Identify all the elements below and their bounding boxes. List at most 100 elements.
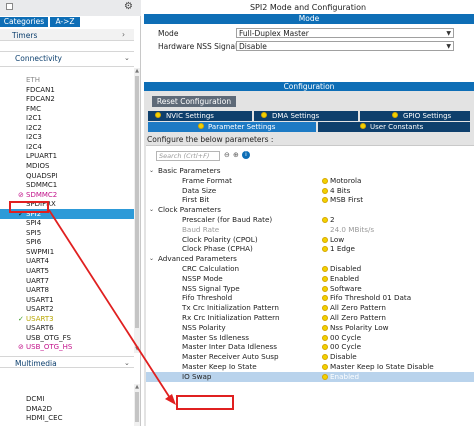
parameter-row[interactable]: Clock Phase (CPHA) 1 Edge: [146, 244, 474, 254]
reset-configuration-button[interactable]: Reset Configuration: [152, 96, 236, 107]
peripheral-item[interactable]: USART2: [0, 304, 134, 314]
parameter-row[interactable]: First Bit MSB First: [146, 195, 474, 205]
parameter-row[interactable]: Master Ss Idleness 00 Cycle: [146, 333, 474, 343]
peripheral-item[interactable]: I2C4: [0, 142, 134, 152]
tab-user-constants[interactable]: User Constants: [318, 122, 470, 132]
connectivity-scroll-thumb[interactable]: [135, 76, 139, 328]
parameter-value[interactable]: Enabled: [330, 274, 359, 284]
parameter-value[interactable]: 2: [330, 215, 335, 225]
parameter-row[interactable]: NSS Polarity Nss Polarity Low: [146, 323, 474, 333]
parameter-value[interactable]: Enabled: [330, 372, 359, 382]
parameter-value[interactable]: Disabled: [330, 264, 361, 274]
parameter-row[interactable]: NSS Signal Type Software: [146, 284, 474, 294]
peripheral-item[interactable]: LPUART1: [0, 151, 134, 161]
parameter-row[interactable]: CRC Calculation Disabled: [146, 264, 474, 274]
mode-select[interactable]: Full-Duplex Master ▼: [236, 28, 454, 38]
nss-select[interactable]: Disable ▼: [236, 41, 454, 51]
parameter-value[interactable]: Fifo Threshold 01 Data: [330, 293, 411, 303]
chevron-down-icon[interactable]: ▼: [446, 42, 451, 51]
gear-icon[interactable]: ⚙: [124, 1, 133, 12]
peripheral-item[interactable]: SPI4: [0, 218, 134, 228]
parameter-value[interactable]: 4 Bits: [330, 186, 350, 196]
peripheral-item[interactable]: ⊘ USB_OTG_HS: [0, 342, 134, 352]
parameter-row[interactable]: IO Swap Enabled: [146, 371, 474, 382]
peripheral-item[interactable]: UART4: [0, 256, 134, 266]
peripheral-item[interactable]: I2C1: [0, 113, 134, 123]
parameter-row[interactable]: Master Keep Io State Master Keep Io State…: [146, 362, 474, 372]
peripheral-item[interactable]: SDMMC1: [0, 180, 134, 190]
parameter-row[interactable]: Prescaler (for Baud Rate) 2: [146, 215, 474, 225]
parameter-value[interactable]: All Zero Pattern: [330, 313, 386, 323]
parameter-value[interactable]: 1 Edge: [330, 244, 355, 254]
peripheral-item[interactable]: I2C3: [0, 132, 134, 142]
scroll-up-icon[interactable]: ▲: [134, 384, 140, 391]
tab-gpio-settings[interactable]: GPIO Settings: [360, 111, 470, 121]
category-timers[interactable]: Timers ›: [0, 29, 134, 41]
parameter-value[interactable]: Low: [330, 235, 344, 245]
category-multimedia[interactable]: Multimedia ⌄: [0, 356, 134, 368]
parameter-row[interactable]: Tx Crc Initialization Pattern All Zero Pa…: [146, 303, 474, 313]
parameter-value[interactable]: 00 Cycle: [330, 342, 361, 352]
parameter-value[interactable]: 00 Cycle: [330, 333, 361, 343]
peripheral-item[interactable]: SPI6: [0, 237, 134, 247]
parameter-row[interactable]: Frame Format Motorola: [146, 176, 474, 186]
scroll-up-icon[interactable]: ▲: [134, 68, 140, 75]
tab-nvic-settings[interactable]: NVIC Settings: [148, 111, 252, 121]
multimedia-scroll-thumb[interactable]: [135, 392, 139, 422]
tab-categories[interactable]: Categories: [0, 17, 48, 27]
parameter-value[interactable]: Nss Polarity Low: [330, 323, 389, 333]
peripheral-item[interactable]: MDIOS: [0, 161, 134, 171]
search-input[interactable]: Search (Crtl+F): [156, 151, 220, 161]
peripheral-item[interactable]: FDCAN1: [0, 85, 134, 95]
peripheral-item[interactable]: USART1: [0, 295, 134, 305]
peripheral-item[interactable]: USB_OTG_FS: [0, 333, 134, 343]
peripheral-item[interactable]: ETH: [0, 75, 134, 85]
parameter-value[interactable]: Master Keep Io State Disable: [330, 362, 434, 372]
category-connectivity-label[interactable]: Connectivity: [15, 54, 62, 63]
peripheral-item[interactable]: SWPMI1: [0, 247, 134, 257]
peripheral-item[interactable]: FDCAN2: [0, 94, 134, 104]
peripheral-item[interactable]: QUADSPI: [0, 171, 134, 181]
parameter-row[interactable]: Fifo Threshold Fifo Threshold 01 Data: [146, 293, 474, 303]
chevron-down-icon[interactable]: ▼: [446, 29, 451, 38]
tab-dma-settings[interactable]: DMA Settings: [254, 111, 358, 121]
parameter-row[interactable]: Rx Crc Initialization Pattern All Zero Pa…: [146, 313, 474, 323]
tab-parameter-settings[interactable]: Parameter Settings: [148, 122, 316, 132]
expand-toggle[interactable]: [6, 3, 13, 10]
scroll-down-icon[interactable]: ▼: [134, 346, 140, 353]
peripheral-item[interactable]: ⊘ SDMMC2: [0, 190, 134, 200]
parameter-row[interactable]: NSSP Mode Enabled: [146, 274, 474, 284]
peripheral-item[interactable]: ✓ USART3: [0, 314, 134, 324]
search-prev-icon[interactable]: ⊖: [224, 152, 231, 159]
parameter-value[interactable]: 24.0 MBits/s: [330, 225, 374, 235]
peripheral-item[interactable]: DCMI: [0, 394, 134, 404]
parameter-row[interactable]: Baud Rate 24.0 MBits/s: [146, 225, 474, 235]
parameter-row[interactable]: Master Inter Data Idleness 00 Cycle: [146, 342, 474, 352]
peripheral-item[interactable]: UART7: [0, 276, 134, 286]
parameter-value[interactable]: MSB First: [330, 195, 363, 205]
parameter-value[interactable]: All Zero Pattern: [330, 303, 386, 313]
parameter-value[interactable]: Disable: [330, 352, 357, 362]
peripheral-item[interactable]: DMA2D: [0, 404, 134, 414]
chevron-down-icon[interactable]: ⌄: [149, 205, 154, 215]
parameter-row[interactable]: Clock Polarity (CPOL) Low: [146, 235, 474, 245]
peripheral-item[interactable]: HDMI_CEC: [0, 413, 134, 423]
chevron-down-icon[interactable]: ⌄: [149, 254, 154, 264]
peripheral-item[interactable]: UART8: [0, 285, 134, 295]
tab-a-to-z[interactable]: A->Z: [50, 17, 80, 27]
peripheral-item[interactable]: I2C2: [0, 123, 134, 133]
peripheral-item[interactable]: UART5: [0, 266, 134, 276]
parameter-group-header[interactable]: ⌄ Clock Parameters: [146, 205, 474, 215]
peripheral-item[interactable]: FMC: [0, 104, 134, 114]
parameter-value[interactable]: Software: [330, 284, 362, 294]
parameter-group-header[interactable]: ⌄ Basic Parameters: [146, 166, 474, 176]
chevron-down-icon[interactable]: ⌄: [149, 166, 154, 176]
parameter-row[interactable]: Data Size 4 Bits: [146, 186, 474, 196]
parameter-group-header[interactable]: ⌄ Advanced Parameters: [146, 254, 474, 264]
parameter-row[interactable]: Master Receiver Auto Susp Disable: [146, 352, 474, 362]
peripheral-item[interactable]: SPI5: [0, 228, 134, 238]
search-next-icon[interactable]: ⊕: [233, 152, 240, 159]
peripheral-item[interactable]: USART6: [0, 323, 134, 333]
info-icon[interactable]: i: [242, 151, 250, 159]
chevron-down-icon[interactable]: ⌄: [124, 54, 130, 62]
